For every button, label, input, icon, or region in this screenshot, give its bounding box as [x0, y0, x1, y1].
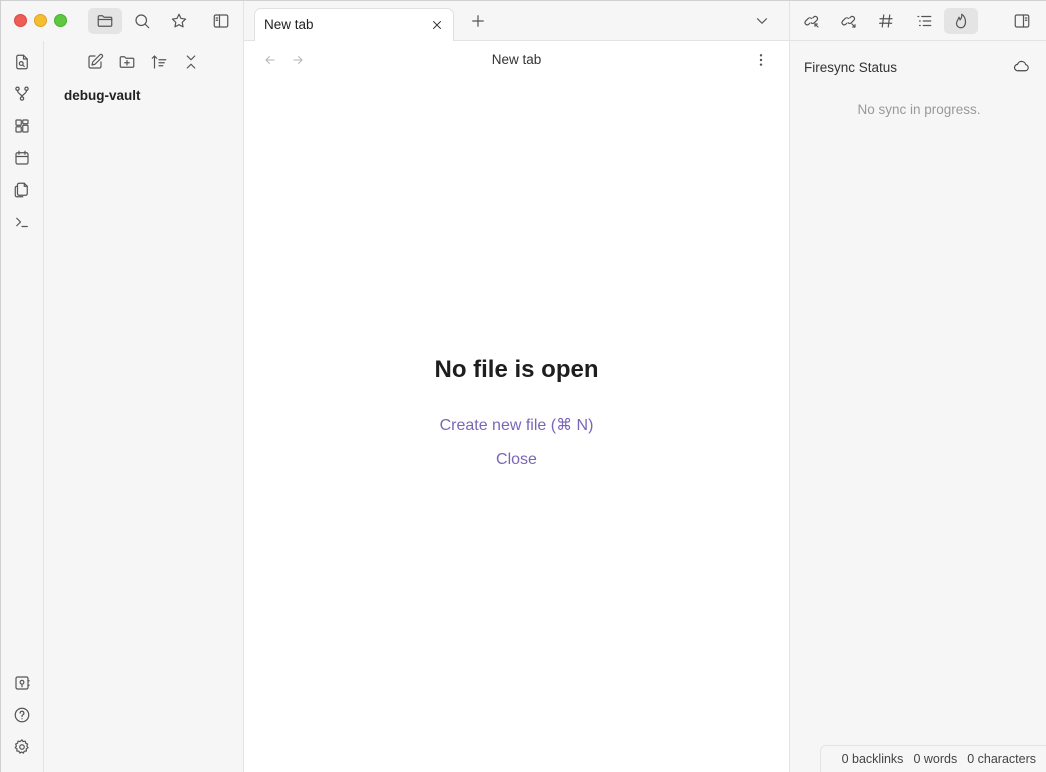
left-sidebar-toggle-button[interactable] — [204, 8, 238, 34]
folder-icon — [97, 15, 113, 27]
new-note-button[interactable] — [80, 49, 110, 75]
vault-name[interactable]: debug-vault — [64, 88, 141, 103]
cloud-icon — [1013, 60, 1029, 71]
ribbon-command-palette-button[interactable] — [5, 208, 39, 236]
outline-icon — [917, 15, 932, 27]
bookmarks-button[interactable] — [162, 8, 196, 34]
chevron-down-icon — [756, 18, 768, 24]
sort-button[interactable] — [144, 49, 174, 75]
graph-icon — [15, 86, 29, 101]
ribbon-daily-note-button[interactable] — [5, 144, 39, 172]
new-note-icon — [88, 53, 104, 69]
ribbon-canvas-button[interactable] — [5, 112, 39, 140]
flame-icon — [955, 13, 967, 29]
right-sidebar-toggle-button[interactable] — [1005, 8, 1039, 34]
file-search-icon — [16, 54, 28, 70]
file-explorer-button[interactable] — [88, 8, 122, 34]
tab-title: New tab — [264, 17, 314, 32]
backlinks-count[interactable]: 0 backlinks — [842, 752, 904, 766]
search-icon — [135, 14, 150, 29]
outgoing-link-icon — [841, 15, 856, 28]
collapse-all-button[interactable] — [176, 49, 206, 75]
word-count: 0 words — [913, 752, 958, 766]
more-options-button[interactable] — [750, 49, 772, 71]
copy-icon — [14, 182, 28, 198]
right-sidebar-header — [789, 1, 1046, 41]
window-minimize-button[interactable] — [34, 14, 47, 27]
tab-list-dropdown-button[interactable] — [745, 8, 779, 34]
outgoing-links-button[interactable] — [832, 8, 866, 34]
status-bar: 0 backlinks 0 words 0 characters — [820, 745, 1046, 772]
canvas-icon — [15, 119, 29, 133]
left-ribbon — [1, 41, 44, 772]
gear-icon — [14, 739, 29, 754]
backlink-icon — [804, 15, 819, 28]
right-sidebar-toggle-icon — [1014, 14, 1030, 28]
terminal-icon — [16, 217, 28, 228]
sidebar-toggle-icon — [213, 14, 229, 28]
character-count: 0 characters — [967, 752, 1036, 766]
search-button[interactable] — [125, 8, 159, 34]
new-folder-icon — [119, 56, 135, 68]
sort-icon — [151, 55, 167, 69]
main-editor-area: New tab No file is open Create new file … — [244, 41, 789, 772]
view-title: New tab — [491, 52, 542, 67]
create-new-file-link[interactable]: Create new file (⌘ N) — [244, 415, 789, 435]
app-window: New tab debug-vault New tab No file is o… — [0, 0, 1046, 772]
new-folder-button[interactable] — [112, 49, 142, 75]
sync-status-message: No sync in progress. — [857, 102, 981, 117]
calendar-icon — [15, 150, 29, 165]
top-left-header — [1, 1, 244, 41]
ribbon-help-button[interactable] — [5, 701, 39, 729]
top-bar: New tab — [1, 1, 1046, 42]
collapse-icon — [186, 55, 196, 69]
tab-close-button[interactable] — [427, 15, 447, 35]
new-tab-button[interactable] — [461, 8, 495, 34]
more-vertical-icon — [759, 54, 763, 66]
outline-button[interactable] — [907, 8, 941, 34]
empty-state-title: No file is open — [434, 356, 599, 383]
ribbon-graph-view-button[interactable] — [5, 80, 39, 108]
star-icon — [171, 13, 187, 28]
vault-icon — [15, 676, 30, 690]
close-icon — [433, 21, 441, 29]
firesync-status-title: Firesync Status — [804, 60, 898, 75]
plus-icon — [472, 15, 484, 27]
file-explorer-panel: debug-vault — [44, 41, 244, 772]
ribbon-quick-switcher-button[interactable] — [5, 48, 39, 76]
hashtag-icon — [879, 14, 893, 28]
tab-new-tab[interactable]: New tab — [254, 8, 454, 42]
firesync-status-button[interactable] — [944, 8, 978, 34]
backlinks-button[interactable] — [795, 8, 829, 34]
window-close-button[interactable] — [14, 14, 27, 27]
ribbon-vault-switcher-button[interactable] — [5, 669, 39, 697]
ribbon-settings-button[interactable] — [5, 733, 39, 761]
help-icon — [14, 707, 30, 723]
tags-button[interactable] — [869, 8, 903, 34]
right-sidebar-panel: Firesync Status No sync in progress. — [789, 41, 1046, 772]
window-maximize-button[interactable] — [54, 14, 67, 27]
sync-cloud-button[interactable] — [1010, 55, 1032, 77]
ribbon-templates-button[interactable] — [5, 176, 39, 204]
close-tab-link[interactable]: Close — [244, 451, 789, 469]
